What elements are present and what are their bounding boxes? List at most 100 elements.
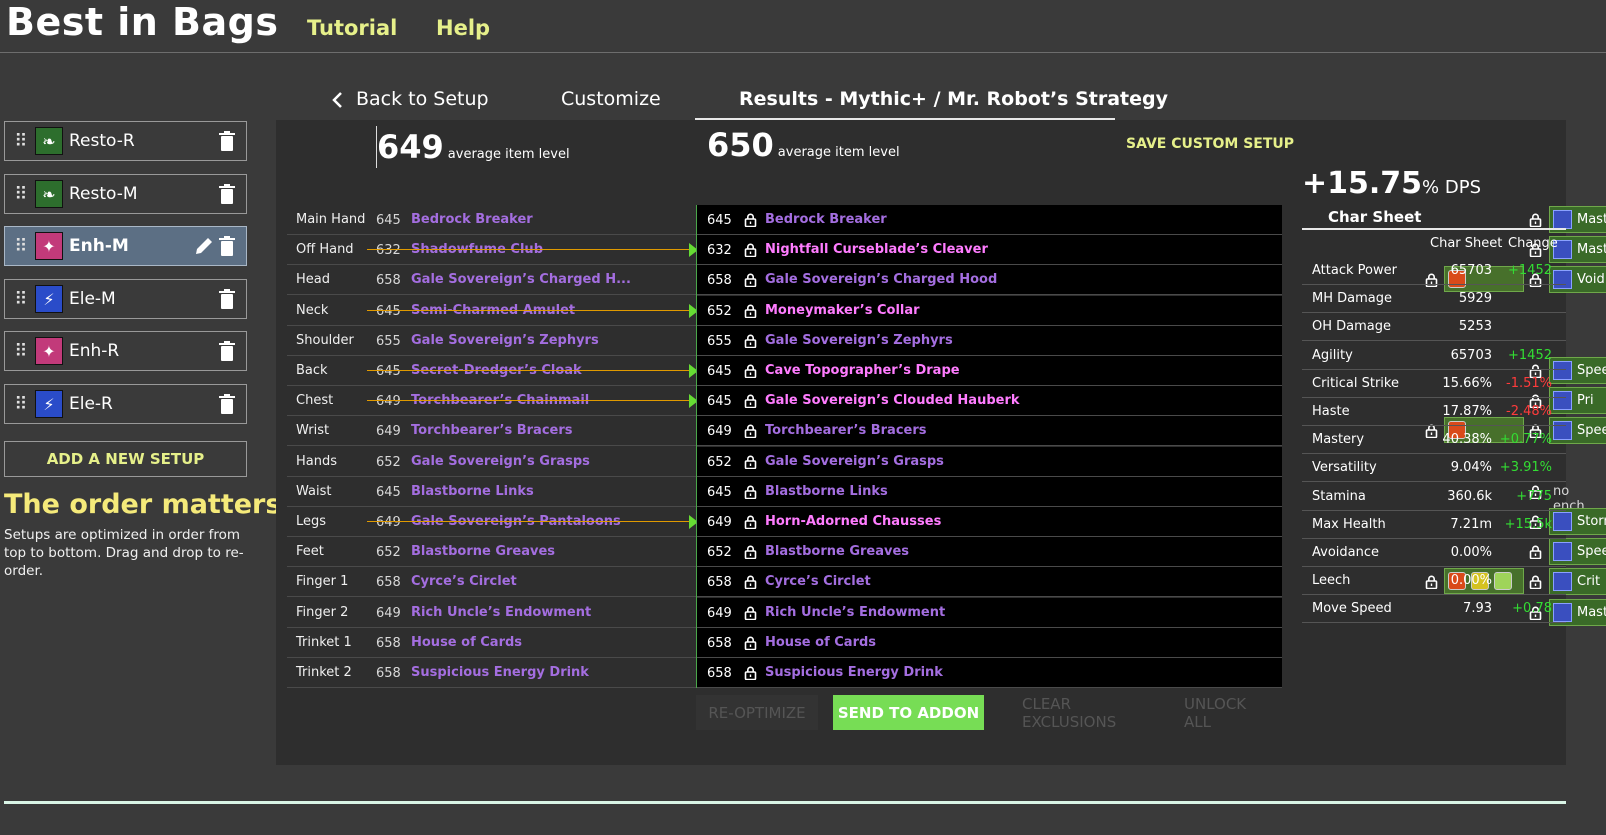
slot-label: Back [296,363,328,378]
stat-row: Haste 17.87% -2.48% [1302,398,1566,426]
drag-handle-icon[interactable]: ⠿ [5,289,35,310]
new-item-name[interactable]: Nightfall Curseblade’s Cleaver [765,242,988,257]
new-item-name[interactable]: Bedrock Breaker [765,212,887,227]
stat-name: Critical Strike [1312,375,1399,391]
nav-help[interactable]: Help [436,16,490,40]
new-item-name[interactable]: Moneymaker’s Collar [765,303,920,318]
setup-item-ele-m[interactable]: ⠿ ⚡ Ele-M [4,279,247,319]
old-item-level: 649 [376,424,401,440]
old-item-name[interactable]: Gale Sovereign’s Zephyrs [411,333,599,348]
app-logo[interactable]: Best in Bags [6,0,278,44]
trash-icon[interactable] [218,289,236,309]
edit-pencil-icon[interactable] [194,236,214,256]
enchant-lock-icon[interactable] [1529,212,1542,228]
lock-icon[interactable] [744,363,757,379]
save-custom-setup-button[interactable]: SAVE CUSTOM SETUP [1126,136,1294,152]
chevron-left-icon[interactable] [330,91,344,109]
lock-icon[interactable] [744,423,757,439]
drag-handle-icon[interactable]: ⠿ [5,236,35,257]
reoptimize-button[interactable]: RE-OPTIMIZE [696,695,818,730]
tab-back-to-setup[interactable]: Back to Setup [356,88,489,110]
enhancement-shaman-icon: ✦ [35,232,63,260]
new-item-cell: 658 Gale Sovereign’s Charged Hood Void R… [697,265,1606,295]
new-item-name[interactable]: Rich Uncle’s Endowment [765,605,945,620]
drag-handle-icon[interactable]: ⠿ [5,184,35,205]
lock-icon[interactable] [744,393,757,409]
lock-icon[interactable] [744,514,757,530]
old-item-name[interactable]: Blastborne Links [411,484,534,499]
old-item-name[interactable]: Gale Sovereign’s Charged H... [411,272,631,287]
tab-results[interactable]: Results - Mythic+ / Mr. Robot’s Strategy [739,88,1168,110]
lock-icon[interactable] [744,484,757,500]
tab-customize[interactable]: Customize [561,88,661,110]
new-item-name[interactable]: Gale Sovereign’s Zephyrs [765,333,953,348]
char-sheet-title: Char Sheet [1328,208,1422,226]
lock-icon[interactable] [744,574,757,590]
trash-icon[interactable] [218,341,236,361]
new-item-name[interactable]: House of Cards [765,635,876,650]
trash-icon[interactable] [218,236,236,256]
new-item-name[interactable]: Blastborne Greaves [765,544,909,559]
new-item-level: 652 [707,303,732,319]
send-to-addon-button[interactable]: SEND TO ADDON [833,695,984,730]
stat-change: +0.77% [1499,432,1552,448]
new-item-name[interactable]: Suspicious Energy Drink [765,665,943,680]
stat-row: Mastery 40.38% +0.77% [1302,426,1566,455]
right-ilvl-value: 650 [707,126,774,164]
new-item-name[interactable]: Gale Sovereign’s Clouded Hauberk [765,393,1020,408]
setup-item-resto-m[interactable]: ⠿ ❧ Resto-M [4,174,247,214]
lock-icon[interactable] [744,635,757,651]
app-header: Best in Bags Tutorial Help [0,0,1606,53]
lock-icon[interactable] [744,454,757,469]
clear-exclusions-button[interactable]: CLEAR EXCLUSIONS [1022,695,1160,731]
gear-row: Back 645 Secret-Dredger’s Cloak 645 Cave… [287,356,1606,386]
unlock-all-button[interactable]: UNLOCK ALL [1184,695,1274,731]
setup-item-resto-r[interactable]: ⠿ ❧ Resto-R [4,121,247,161]
elemental-shaman-icon: ⚡ [35,285,63,313]
drag-handle-icon[interactable]: ⠿ [5,131,35,152]
lock-icon[interactable] [744,544,757,560]
new-item-level: 658 [707,273,732,289]
new-item-name[interactable]: Gale Sovereign’s Charged Hood [765,272,997,287]
stat-value: 7.93 [1463,601,1492,617]
lock-icon[interactable] [744,272,757,288]
add-setup-button[interactable]: ADD A NEW SETUP [4,441,247,477]
old-item-level: 658 [376,666,401,681]
trash-icon[interactable] [218,131,236,151]
old-item-name[interactable]: Rich Uncle’s Endowment [411,605,591,620]
old-item-name[interactable]: House of Cards [411,635,522,650]
lock-icon[interactable] [744,333,757,349]
lock-icon[interactable] [744,605,757,620]
setup-item-ele-r[interactable]: ⠿ ⚡ Ele-R [4,384,247,424]
lock-icon[interactable] [744,665,757,681]
setup-item-enh-m[interactable]: ⠿ ✦ Enh-M [4,226,247,266]
new-item-level: 655 [707,333,732,349]
trash-icon[interactable] [218,394,236,414]
gear-row: Finger 2 649 Rich Uncle’s Endowment 649 … [287,597,1606,628]
old-item-name[interactable]: Gale Sovereign’s Grasps [411,454,590,469]
nav-tutorial[interactable]: Tutorial [307,16,397,40]
setup-item-enh-r[interactable]: ⠿ ✦ Enh-R [4,331,247,371]
old-item-name[interactable]: Cyrce’s Circlet [411,574,517,589]
new-item-name[interactable]: Gale Sovereign’s Grasps [765,454,944,469]
gear-row: Neck 645 Semi-Charmed Amulet 652 Moneyma… [287,295,1282,326]
drag-handle-icon[interactable]: ⠿ [5,341,35,362]
old-item-name[interactable]: Torchbearer’s Bracers [411,423,573,438]
drag-handle-icon[interactable]: ⠿ [5,394,35,415]
new-item-name[interactable]: Cyrce’s Circlet [765,574,871,589]
new-item-name[interactable]: Torchbearer’s Bracers [765,423,927,438]
new-item-name[interactable]: Horn-Adorned Chausses [765,514,941,529]
new-item-level: 645 [707,484,732,500]
lock-icon[interactable] [744,212,757,228]
stat-name: Versatility [1312,460,1377,476]
lock-icon[interactable] [744,303,757,318]
setup-label: Resto-R [69,131,135,151]
new-item-name[interactable]: Blastborne Links [765,484,888,499]
stat-value: 40.38% [1442,432,1492,448]
old-item-name[interactable]: Blastborne Greaves [411,544,555,559]
old-item-name[interactable]: Suspicious Energy Drink [411,665,589,680]
lock-icon[interactable] [744,242,757,258]
old-item-name[interactable]: Bedrock Breaker [411,212,533,227]
trash-icon[interactable] [218,184,236,204]
new-item-name[interactable]: Cave Topographer’s Drape [765,363,960,378]
